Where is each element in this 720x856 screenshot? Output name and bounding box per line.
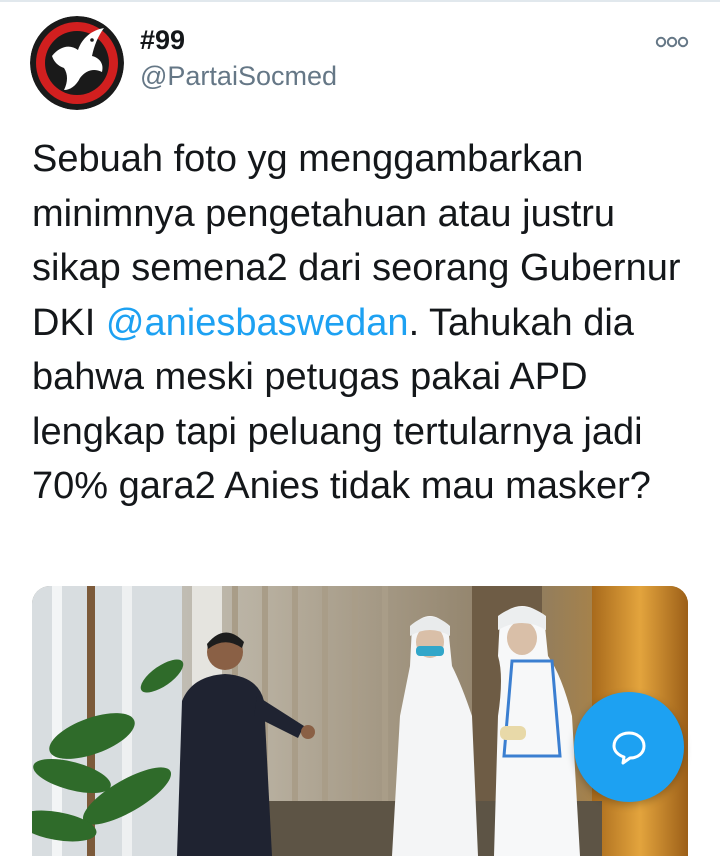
- display-name[interactable]: #99: [140, 24, 185, 56]
- mention-link[interactable]: @aniesbaswedan: [106, 302, 409, 344]
- partai-socmed-logo: [30, 16, 124, 110]
- avatar[interactable]: [30, 16, 124, 110]
- more-options-button[interactable]: [650, 30, 694, 54]
- user-handle[interactable]: @PartaiSocmed: [140, 60, 337, 92]
- compose-fab-button[interactable]: [574, 692, 684, 802]
- reply-bubble-icon: [612, 731, 646, 765]
- more-options-icon: [655, 36, 689, 48]
- top-divider: [0, 0, 720, 2]
- tweet-text: Sebuah foto yg menggambarkan minimnya pe…: [32, 132, 702, 514]
